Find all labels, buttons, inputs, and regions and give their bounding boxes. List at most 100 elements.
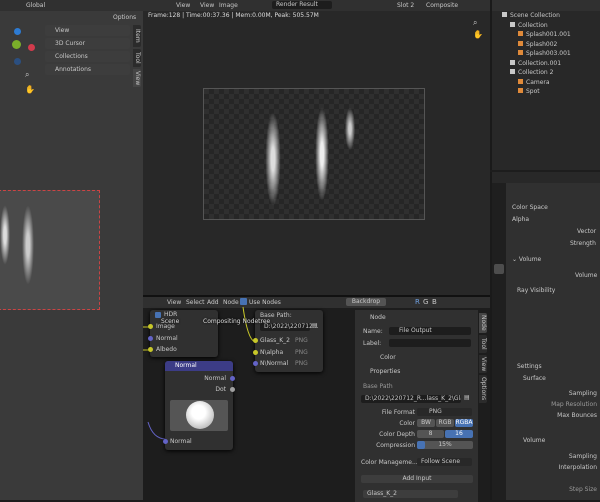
depth-16[interactable]: 16: [445, 430, 473, 438]
base-path-field[interactable]: D:\2022\220712_R...lass_K_2\Glass_K_2: [361, 395, 461, 403]
color-rgb[interactable]: RGB: [436, 419, 454, 427]
menu-image[interactable]: Image: [219, 2, 238, 9]
normal-sphere-widget[interactable]: [170, 400, 228, 431]
outliner-item-label: Collection 2: [518, 69, 554, 76]
socket-normal[interactable]: [148, 336, 153, 341]
image-editor[interactable]: View View Image Render Result Slot 2 Com…: [143, 0, 490, 295]
color-bw[interactable]: BW: [417, 419, 435, 427]
volume-panel-header[interactable]: ⌄ Volume: [512, 256, 541, 263]
add-input-button[interactable]: Add Input: [361, 475, 473, 483]
socket-normal-in[interactable]: [163, 439, 168, 444]
normal-node[interactable]: Normal Normal Dot Normal: [163, 361, 235, 450]
hand-icon[interactable]: ✋: [473, 30, 483, 39]
color-depth-label: Color Depth: [379, 431, 415, 438]
tab-view[interactable]: View: [133, 69, 141, 87]
outliner-item-icon: [510, 69, 515, 74]
tab-options[interactable]: Options: [479, 375, 487, 403]
label-field[interactable]: [389, 339, 471, 347]
socket-glass[interactable]: [253, 338, 258, 343]
properties-panel-header[interactable]: Properties: [370, 368, 400, 375]
outliner-item-label: Splash001.001: [526, 31, 571, 38]
outliner-item[interactable]: Scene Collection: [502, 12, 560, 19]
breadcrumb-nodetree[interactable]: Compositing Nodetree: [203, 318, 270, 325]
node-panel-header[interactable]: Node: [370, 314, 386, 321]
input-alpha: N\alpha: [260, 349, 284, 356]
color-management-dropdown[interactable]: Follow Scene: [417, 458, 472, 466]
breadcrumb-scene[interactable]: Scene: [161, 318, 179, 325]
gizmo-z[interactable]: [14, 28, 21, 35]
outliner-item[interactable]: Splash003.001: [518, 50, 571, 57]
gizmo-neg-z[interactable]: [14, 58, 21, 65]
outliner-item-icon: [510, 21, 515, 27]
input-nnormal: N\Normal: [260, 360, 289, 367]
image-name-field[interactable]: Render Result: [272, 1, 332, 9]
label-label: Label:: [363, 340, 382, 347]
outliner[interactable]: Scene Collection Collection Splash001.001 S…: [490, 0, 600, 170]
tab-view[interactable]: View: [479, 355, 487, 373]
properties-header: [492, 172, 600, 183]
normal-node-header[interactable]: Normal: [165, 361, 233, 371]
compression-slider[interactable]: 15%: [417, 441, 473, 449]
outliner-item[interactable]: Collection 2: [510, 69, 553, 76]
outliner-item-icon: [518, 50, 523, 55]
file-format-dropdown[interactable]: PNG: [417, 408, 472, 416]
tab-tool[interactable]: Tool: [479, 335, 487, 353]
outliner-item[interactable]: Splash002: [518, 40, 558, 48]
hand-icon[interactable]: ✋: [25, 85, 35, 94]
options-dropdown[interactable]: Options: [113, 14, 136, 21]
properties-editor[interactable]: Color Space Alpha Vector Strength ⌄ Volu…: [490, 172, 600, 500]
outliner-item[interactable]: Collection: [510, 21, 548, 29]
socket-albedo[interactable]: [148, 347, 153, 352]
volume2-header[interactable]: Volume: [523, 437, 545, 444]
node-sidebar[interactable]: Node Name: File Output Label: Color Prop…: [355, 310, 478, 502]
output-normal: Normal: [156, 335, 178, 342]
name-field[interactable]: File Output: [389, 327, 471, 335]
surface-header[interactable]: Surface: [523, 375, 546, 382]
socket-alpha[interactable]: [253, 350, 258, 355]
color-checkbox-label[interactable]: Color: [380, 354, 396, 361]
viewport-3d[interactable]: Global Options ⌕ ✋ View 3D Cursor Collec…: [0, 0, 143, 500]
panel-annotations[interactable]: Annotations: [45, 64, 130, 75]
panel-view[interactable]: View: [45, 25, 130, 36]
gizmo-y[interactable]: [12, 40, 21, 49]
folder-icon[interactable]: ▤: [464, 394, 470, 401]
folder-icon[interactable]: ▤: [312, 322, 318, 329]
outliner-item-label: Splash002: [526, 40, 558, 48]
tab-tool[interactable]: Tool: [133, 49, 141, 67]
panel-label: 3D Cursor: [55, 40, 86, 47]
panel-3d-cursor[interactable]: 3D Cursor: [45, 38, 130, 49]
settings-header[interactable]: Settings: [517, 363, 542, 370]
node-editor[interactable]: View Select Add Node Use Nodes Backdrop …: [143, 295, 490, 502]
zoom-icon[interactable]: ⌕: [473, 18, 477, 28]
menu-view-2[interactable]: View: [200, 2, 214, 9]
color-management-label: Color Manageme...: [361, 459, 418, 466]
color-rgba[interactable]: RGBA: [455, 419, 473, 427]
world-tab-icon[interactable]: [494, 264, 504, 274]
outliner-item-label: Splash003.001: [526, 50, 571, 57]
outliner-item-label: Spot: [526, 88, 540, 95]
layer-dropdown[interactable]: Composite: [426, 2, 458, 9]
outliner-item[interactable]: Spot: [518, 88, 540, 95]
socket-nnormal[interactable]: [253, 361, 258, 366]
orientation-dropdown[interactable]: Global: [26, 2, 45, 9]
panel-collections[interactable]: Collections: [45, 51, 130, 62]
breadcrumb: Scene Compositing Nodetree: [151, 318, 270, 326]
properties-tab-strip[interactable]: [492, 183, 506, 500]
outliner-item[interactable]: Camera: [518, 78, 550, 86]
outliner-item[interactable]: Collection.001: [510, 59, 561, 67]
depth-8[interactable]: 8: [417, 430, 444, 438]
tab-item[interactable]: Item: [133, 25, 141, 47]
outliner-item[interactable]: Splash001.001: [518, 31, 571, 38]
input-list-item[interactable]: Glass_K_2: [363, 490, 458, 498]
slot-dropdown[interactable]: Slot 2: [397, 2, 414, 9]
socket-normal-out[interactable]: [230, 376, 235, 381]
splash-object: [22, 205, 34, 285]
menu-view[interactable]: View: [176, 2, 190, 9]
outliner-item-label: Scene Collection: [510, 12, 560, 19]
zoom-icon[interactable]: ⌕: [25, 70, 29, 80]
tab-node[interactable]: Node: [479, 313, 487, 333]
gizmo-x[interactable]: [28, 44, 35, 51]
label-interpolation: Interpolation: [558, 464, 597, 471]
socket-dot-out[interactable]: [230, 387, 235, 392]
ray-visibility-header[interactable]: Ray Visibility: [517, 287, 555, 294]
